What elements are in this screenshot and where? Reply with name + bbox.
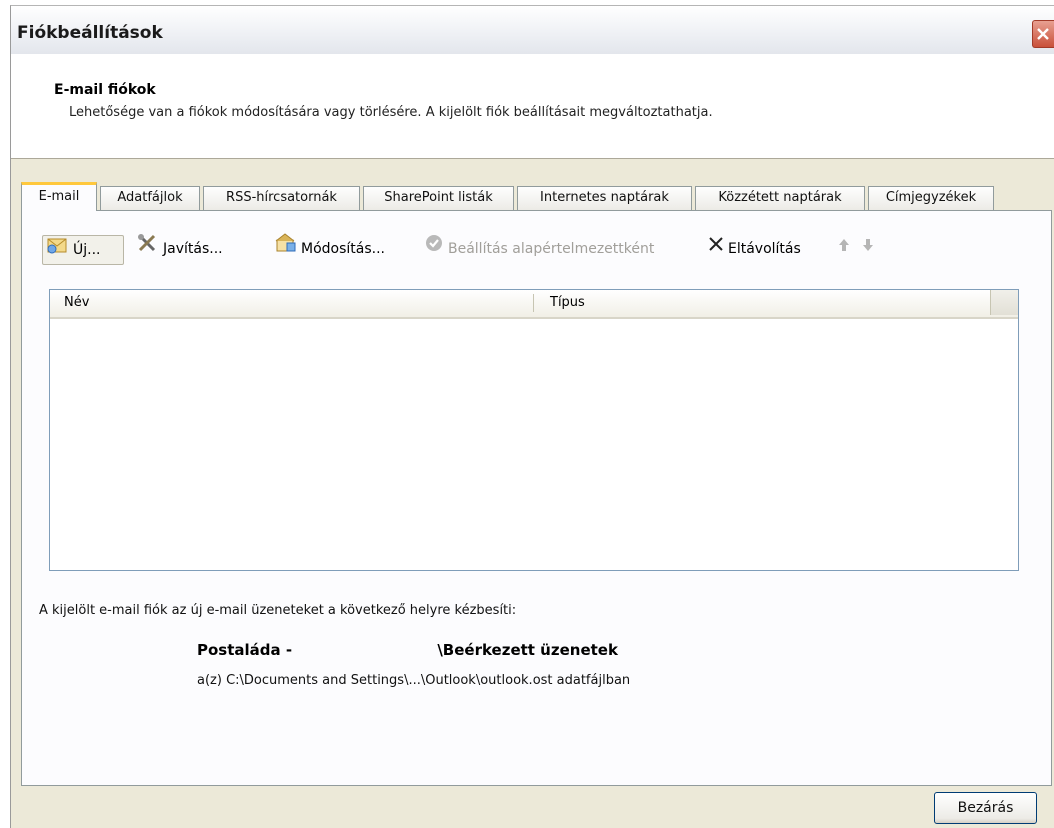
email-tab-panel: Új... Javítás... Módosítás... Beállítás … [21,210,1052,786]
header-title: E-mail fiókok [54,82,156,98]
tab-published-calendars[interactable]: Közzétett naptárak [695,186,865,210]
mailbox-folder: \Beérkezett üzenetek [437,641,618,659]
x-icon [708,234,724,262]
close-icon [1037,28,1049,40]
change-label: Módosítás... [301,241,385,257]
repair-label: Javítás... [163,241,223,257]
change-button[interactable]: Módosítás... [271,232,385,265]
tab-address-books[interactable]: Címjegyzékek [868,186,994,210]
tab-sharepoint-lists[interactable]: SharePoint listák [363,186,514,210]
delivery-description: A kijelölt e-mail fiók az új e-mail üzen… [39,603,517,618]
tab-strip: E-mail Adatfájlok RSS-hírcsatornák Share… [21,182,1054,211]
close-button[interactable]: Bezárás [934,792,1037,824]
column-header-filler [990,290,1018,315]
set-default-label: Beállítás alapértelmezettként [448,241,655,257]
window-close-button[interactable] [1032,20,1054,48]
tab-rss-feeds[interactable]: RSS-hírcsatornák [203,186,360,210]
remove-button[interactable]: Eltávolítás [704,235,801,265]
account-list[interactable]: Név Típus [49,289,1019,571]
title-bar: Fiókbeállítások [11,6,1054,55]
move-up-button[interactable] [838,235,854,265]
column-header-type[interactable]: Típus [550,290,585,315]
window-title: Fiókbeállítások [17,23,163,43]
account-settings-dialog: Fiókbeállítások E-mail fiókok Lehetősége… [10,5,1054,828]
set-default-button[interactable]: Beállítás alapértelmezettként [420,233,655,265]
tab-email[interactable]: E-mail [21,182,97,211]
new-mail-icon [47,234,69,264]
list-header: Név Típus [50,290,1018,319]
move-down-button[interactable] [862,235,878,265]
account-toolbar: Új... Javítás... Módosítás... Beállítás … [42,232,1041,265]
delivery-mailbox: Postaláda - \Beérkezett üzenetek [197,641,618,659]
column-divider[interactable] [533,294,534,312]
arrow-down-icon [862,234,874,262]
tools-icon [137,233,159,263]
tab-data-files[interactable]: Adatfájlok [100,186,200,210]
arrow-up-icon [838,234,850,262]
new-account-label: Új... [73,242,101,258]
remove-label: Eltávolítás [728,241,801,257]
header-description: Lehetősége van a fiókok módosítására vag… [69,105,713,120]
column-header-name[interactable]: Név [64,290,89,315]
repair-button[interactable]: Javítás... [133,233,223,265]
dialog-header: E-mail fiókok Lehetősége van a fiókok mó… [11,54,1054,159]
checkmark-icon [424,233,444,263]
tab-internet-calendars[interactable]: Internetes naptárak [517,186,692,210]
mailbox-prefix: Postaláda - [197,641,298,659]
new-account-button[interactable]: Új... [42,235,124,265]
delivery-datafile: a(z) C:\Documents and Settings\...\Outlo… [197,673,631,688]
change-icon [275,232,297,263]
